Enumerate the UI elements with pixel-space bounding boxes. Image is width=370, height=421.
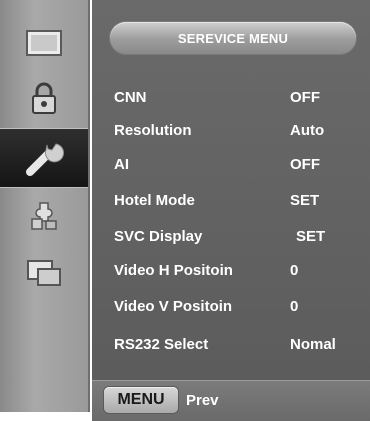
pip-icon [27,260,61,286]
puzzle-icon [31,202,57,230]
menu-item-label: Video V Positoin [114,298,233,315]
menu-item-video-h-position[interactable]: Video H Positoin 0 [110,259,360,293]
menu-item-value: Auto [290,122,325,139]
menu-item-label: Hotel Mode [114,192,195,209]
menu-item-label: SVC Display [114,228,203,245]
menu-item-resolution[interactable]: Resolution Auto [110,119,360,153]
menu-item-value: OFF [290,89,320,106]
menu-item-value: SET [290,192,320,209]
menu-item-value: OFF [290,156,320,173]
menu-item-label: AI [114,156,129,173]
menu-item-rs232-select[interactable]: RS232 Select Nomal [110,333,360,367]
menu-item-label: CNN [114,89,147,106]
menu-item-label: RS232 Select [114,336,209,353]
menu-item-label: Video H Positoin [114,262,233,279]
menu-title: SEREVICE MENU [110,22,356,54]
menu-item-video-v-position[interactable]: Video V Positoin 0 [110,295,360,329]
sidebar-bottom [0,412,92,420]
menu-item-hotel-mode[interactable]: Hotel Mode SET [110,189,360,223]
prev-label: Prev [186,392,219,409]
sidebar-item-option[interactable] [0,188,88,246]
sidebar-item-service[interactable] [0,128,88,188]
menu-item-value: Nomal [290,336,336,353]
menu-item-ai[interactable]: AI OFF [110,153,360,187]
wrench-icon [26,143,65,176]
sidebar [0,0,90,412]
sidebar-item-lock[interactable] [0,70,88,128]
menu-item-svc-display[interactable]: SVC Display SET [110,225,360,259]
menu-item-label: Resolution [114,122,192,139]
menu-item-value: 0 [290,262,299,279]
sidebar-item-pip[interactable] [0,244,88,302]
menu-item-cnn[interactable]: CNN OFF [110,86,360,120]
menu-item-value: SET [296,228,326,245]
screen-icon [26,30,62,56]
menu-button[interactable]: MENU [104,387,178,413]
sidebar-item-picture[interactable] [0,14,88,72]
lock-icon [32,82,56,114]
menu-item-value: 0 [290,298,299,315]
